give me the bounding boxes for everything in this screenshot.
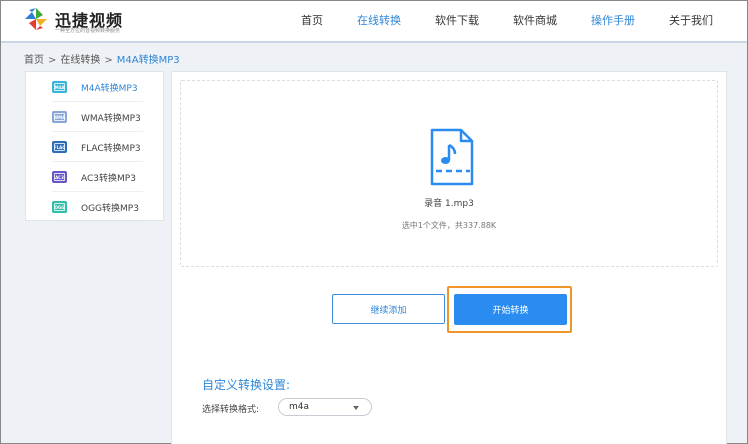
converter-sidebar: M4A M4A转换MP3 WMA WMA转换MP3 FLAC FLAC转换MP3… — [25, 71, 164, 222]
logo-slogan: 一种全方位的音视频转换服务 — [55, 28, 121, 34]
sidebar-item-wma-to-mp3[interactable]: WMA WMA转换MP3 — [26, 102, 163, 132]
file-upload-zone[interactable]: 录音 1.mp3 选中1个文件，共337.88K — [180, 80, 718, 267]
sidebar-item-ogg-to-mp3[interactable]: OGG OGG转换MP3 — [26, 192, 163, 222]
flac-file-icon: FLAC — [52, 141, 67, 153]
breadcrumb-home[interactable]: 首页 — [24, 55, 44, 66]
main-nav: 首页 在线转换 软件下载 软件商城 操作手册 关于我们 — [267, 1, 713, 41]
nav-online-convert[interactable]: 在线转换 — [357, 1, 401, 41]
sidebar-item-label: M4A转换MP3 — [81, 83, 138, 94]
sidebar-item-label: FLAC转换MP3 — [81, 143, 141, 154]
nav-software-download[interactable]: 软件下载 — [435, 1, 479, 41]
nav-software-store[interactable]: 软件商城 — [513, 1, 557, 41]
breadcrumb-separator: > — [104, 55, 113, 66]
ogg-file-icon: OGG — [52, 201, 67, 213]
audio-file-icon — [430, 128, 474, 186]
selected-file-summary: 选中1个文件，共337.88K — [401, 221, 497, 230]
breadcrumb: 首页 > 在线转换 > M4A转换MP3 — [24, 51, 180, 66]
m4a-file-icon: M4A — [52, 81, 67, 93]
sidebar-item-flac-to-mp3[interactable]: FLAC FLAC转换MP3 — [26, 132, 163, 162]
chevron-down-icon — [353, 406, 359, 410]
converter-panel: 录音 1.mp3 选中1个文件，共337.88K 继续添加 开始转换 自定义转换… — [171, 71, 727, 444]
breadcrumb-section[interactable]: 在线转换 — [60, 55, 100, 66]
sidebar-item-label: WMA转换MP3 — [81, 113, 141, 124]
custom-settings-panel: 自定义转换设置: 选择转换格式: m4a — [180, 362, 700, 444]
logo[interactable]: 迅捷视频 一种全方位的音视频转换服务 — [23, 6, 143, 36]
start-button-highlight: 开始转换 — [447, 286, 572, 333]
nav-home[interactable]: 首页 — [301, 1, 323, 41]
nav-about-us[interactable]: 关于我们 — [669, 1, 713, 41]
selected-file-name: 录音 1.mp3 — [424, 199, 474, 209]
format-select-value: m4a — [289, 402, 310, 412]
sidebar-item-ac3-to-mp3[interactable]: AC3 AC3转换MP3 — [26, 162, 163, 192]
breadcrumb-separator: > — [48, 55, 57, 66]
wma-file-icon: WMA — [52, 111, 67, 123]
top-header: 迅捷视频 一种全方位的音视频转换服务 首页 在线转换 软件下载 软件商城 操作手… — [1, 1, 747, 43]
settings-title: 自定义转换设置: — [202, 378, 291, 392]
format-select[interactable]: m4a — [278, 398, 372, 416]
continue-add-button[interactable]: 继续添加 — [332, 294, 445, 324]
sidebar-item-label: AC3转换MP3 — [81, 173, 136, 184]
logo-mark-icon — [25, 8, 47, 30]
sidebar-item-label: OGG转换MP3 — [81, 203, 139, 214]
format-label: 选择转换格式: — [202, 405, 260, 415]
breadcrumb-current: M4A转换MP3 — [116, 55, 180, 66]
ac3-file-icon: AC3 — [52, 171, 67, 183]
sidebar-item-m4a-to-mp3[interactable]: M4A M4A转换MP3 — [26, 72, 163, 102]
start-convert-button[interactable]: 开始转换 — [454, 294, 567, 325]
nav-user-manual[interactable]: 操作手册 — [591, 1, 635, 41]
